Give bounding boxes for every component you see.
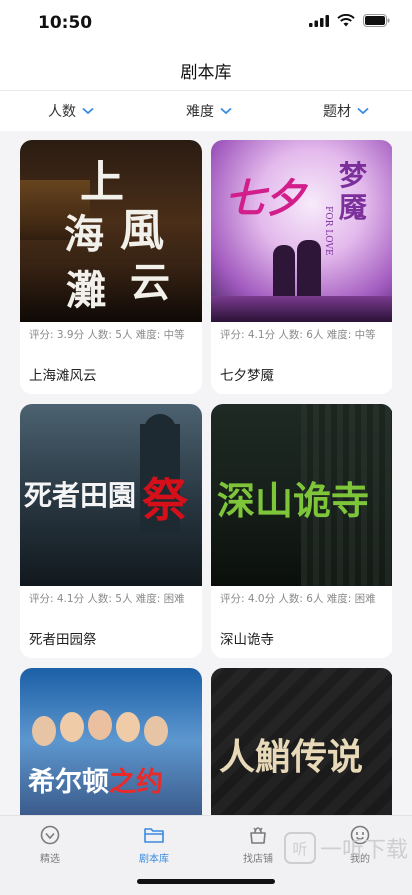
watermark-text: 一听下载 [319, 838, 408, 863]
filter-label: 人数 [48, 104, 76, 120]
cover-title-art: 風 [120, 205, 164, 256]
chevron-down-icon [82, 107, 94, 115]
home-indicator [137, 879, 275, 884]
script-meta: 评分: 4.1分 人数: 5人 难度: 困难 [29, 593, 185, 605]
cover-title-art: 灘 [66, 267, 106, 314]
script-card[interactable]: 七夕 梦魇 FOR LOVE 评分: 4.1分 人数: 6人 难度: 中等 七夕… [211, 140, 392, 394]
script-cover-image: 上 海 風 灘 云 [20, 140, 202, 322]
filter-difficulty[interactable]: 难度 [186, 101, 232, 121]
script-cover-image: 深山诡寺 [211, 404, 392, 586]
script-grid: 上 海 風 灘 云 评分: 3.9分 人数: 5人 难度: 中等 上海滩风云 七… [20, 140, 392, 815]
filter-label: 难度 [186, 104, 214, 120]
cover-title-art: 梦魇 [339, 159, 368, 224]
watermark: 听 一听下载 [283, 832, 408, 864]
script-meta: 评分: 3.9分 人数: 5人 难度: 中等 [29, 329, 185, 341]
filter-player-count[interactable]: 人数 [48, 101, 94, 121]
script-cover-image: 死者田園 祭 [20, 404, 202, 586]
battery-icon [363, 14, 390, 27]
script-cover-image: 人鮹传说 [211, 668, 392, 815]
cover-title-art: 死者田園 [24, 479, 137, 512]
page-title: 剧本库 [180, 63, 232, 83]
cover-title-art: 希尔顿之约 [28, 767, 163, 798]
signal-icon [309, 14, 329, 27]
cover-subtitle: FOR LOVE [323, 206, 333, 256]
script-title: 七夕梦魇 [220, 368, 274, 384]
script-card[interactable]: 上 海 風 灘 云 评分: 3.9分 人数: 5人 难度: 中等 上海滩风云 [20, 140, 202, 394]
cover-title-art: 七夕 [225, 175, 305, 222]
script-meta: 评分: 4.0分 人数: 6人 难度: 困难 [220, 593, 376, 605]
tab-label: 精选 [40, 854, 60, 865]
cover-title-art: 云 [130, 259, 170, 306]
chevron-down-icon [357, 107, 369, 115]
script-title: 深山诡寺 [220, 632, 274, 648]
tab-label: 找店铺 [243, 854, 273, 865]
status-bar: 10:50 [0, 0, 412, 44]
cover-title-art: 深山诡寺 [217, 478, 370, 523]
script-card[interactable]: 死者田園 祭 评分: 4.1分 人数: 5人 难度: 困难 死者田园祭 [20, 404, 202, 658]
script-card[interactable]: 深山诡寺 评分: 4.0分 人数: 6人 难度: 困难 深山诡寺 [211, 404, 392, 658]
tab-label: 剧本库 [139, 854, 169, 865]
script-cover-image: 七夕 梦魇 FOR LOVE [211, 140, 392, 322]
cover-title-art: 上 [80, 157, 124, 208]
status-time: 10:50 [38, 13, 93, 33]
status-icons [309, 14, 390, 27]
tab-featured[interactable]: 精选 [10, 823, 90, 865]
folder-icon [144, 828, 164, 843]
script-title: 死者田园祭 [29, 632, 97, 648]
filter-bar: 人数 难度 题材 [0, 91, 412, 131]
filter-genre[interactable]: 题材 [323, 101, 369, 121]
watermark-logo: 听 [283, 832, 316, 864]
diamond-icon [40, 825, 60, 845]
script-card[interactable]: 人鮹传说 [211, 668, 392, 815]
chevron-down-icon [220, 107, 232, 115]
cover-figure [297, 240, 321, 302]
script-meta: 评分: 4.1分 人数: 6人 难度: 中等 [220, 329, 376, 341]
tab-script-library[interactable]: 剧本库 [114, 823, 194, 865]
cover-figure [273, 245, 295, 300]
cover-title-art: 祭 [142, 473, 188, 527]
script-cover-image: 希尔顿之约 [20, 668, 202, 815]
script-card[interactable]: 希尔顿之约 [20, 668, 202, 815]
filter-label: 题材 [323, 104, 351, 120]
navigation-bar: 剧本库 [0, 44, 412, 91]
cover-title-art: 人鮹传说 [219, 736, 364, 778]
wifi-icon [337, 14, 355, 27]
script-title: 上海滩风云 [29, 368, 97, 384]
cover-title-art: 海 [64, 211, 104, 258]
shop-icon [250, 827, 266, 844]
